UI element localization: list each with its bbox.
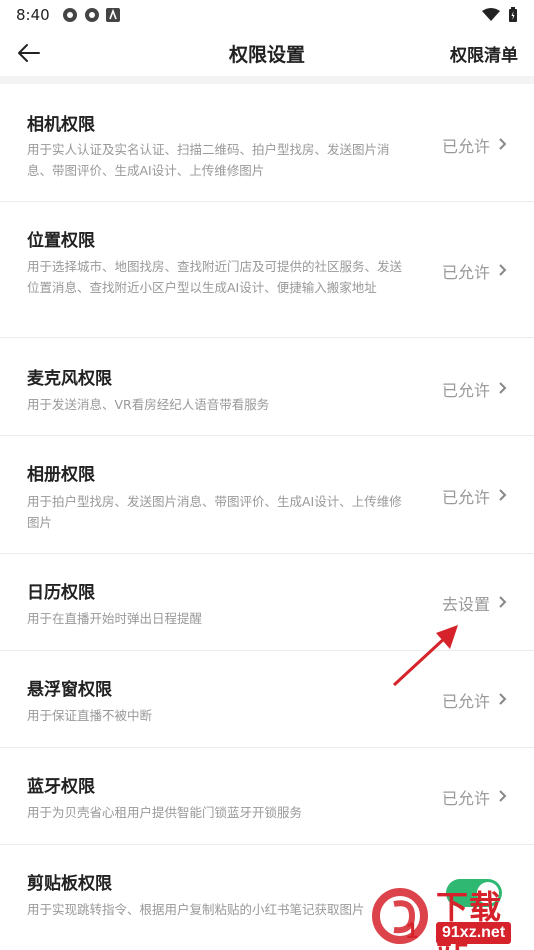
chevron-right-icon: [499, 264, 507, 276]
watermark-sub-text: 91xz.net: [436, 922, 512, 944]
permission-row-camera[interactable]: 相机权限 用于实人认证及实名认证、扫描二维码、拍户型找房、发送图片消息、带图评价…: [0, 84, 534, 202]
permission-desc: 用于在直播开始时弹出日程提醒: [27, 611, 203, 626]
permission-row-microphone[interactable]: 麦克风权限 用于发送消息、VR看房经纪人语音带看服务 已允许: [0, 338, 534, 436]
wifi-icon: [482, 8, 500, 21]
chevron-right-icon: [499, 790, 507, 802]
app-notification-icon: [84, 8, 99, 22]
permission-desc: 用于实现跳转指令、根据用户复制粘贴的小红书笔记获取图片: [27, 902, 365, 917]
chevron-right-icon: [499, 382, 507, 394]
permission-status: 已允许: [441, 692, 490, 711]
status-time: 8:40: [16, 6, 50, 24]
back-button[interactable]: [14, 38, 44, 68]
app-notification-icon: [62, 8, 77, 22]
battery-icon: [509, 7, 517, 22]
svg-text:1: 1: [406, 918, 418, 943]
chevron-right-icon: [499, 489, 507, 501]
a-badge-icon: [105, 8, 120, 22]
watermark-logo-icon: 1: [372, 888, 428, 944]
permission-row-album[interactable]: 相册权限 用于拍户型找房、发送图片消息、带图评价、生成AI设计、上传维修图片 已…: [0, 436, 534, 554]
permission-title: 位置权限: [27, 231, 95, 251]
chevron-right-icon: [499, 138, 507, 150]
permission-title: 日历权限: [27, 583, 95, 603]
permission-title: 蓝牙权限: [27, 777, 95, 797]
permission-row-bluetooth[interactable]: 蓝牙权限 用于为贝壳省心租用户提供智能门锁蓝牙开锁服务 已允许: [0, 748, 534, 845]
permission-row-location[interactable]: 位置权限 用于选择城市、地图找房、查找附近门店及可提供的社区服务、发送位置消息、…: [0, 202, 534, 338]
permission-status: 已允许: [441, 137, 490, 156]
permission-desc: 用于拍户型找房、发送图片消息、带图评价、生成AI设计、上传维修图片: [27, 494, 402, 530]
permission-list-link[interactable]: 权限清单: [450, 41, 518, 66]
permission-desc: 用于保证直播不被中断: [27, 708, 153, 723]
permission-status: 已允许: [441, 381, 490, 400]
nav-bar: 权限设置 权限清单: [0, 30, 534, 76]
permission-title: 悬浮窗权限: [27, 680, 112, 700]
watermark: 1 下载站 91xz.net: [372, 880, 534, 950]
permission-row-floating-window[interactable]: 悬浮窗权限 用于保证直播不被中断 已允许: [0, 651, 534, 748]
permission-title: 相机权限: [27, 115, 95, 135]
permission-status: 已允许: [441, 488, 490, 507]
permission-status: 已允许: [441, 263, 490, 282]
section-divider: [0, 76, 534, 84]
permission-desc: 用于发送消息、VR看房经纪人语音带看服务: [27, 397, 270, 412]
permission-status: 去设置: [441, 595, 490, 614]
arrow-left-icon: [18, 44, 40, 62]
permission-title: 剪贴板权限: [27, 874, 112, 894]
permission-desc: 用于实人认证及实名认证、扫描二维码、拍户型找房、发送图片消息、带图评价、生成AI…: [27, 142, 390, 178]
chevron-right-icon: [499, 596, 507, 608]
permission-title: 相册权限: [27, 465, 95, 485]
permission-status: 已允许: [441, 789, 490, 808]
permission-desc: 用于为贝壳省心租用户提供智能门锁蓝牙开锁服务: [27, 805, 303, 820]
permission-title: 麦克风权限: [27, 369, 112, 389]
permission-row-calendar[interactable]: 日历权限 用于在直播开始时弹出日程提醒 去设置: [0, 554, 534, 651]
status-bar: 8:40: [0, 0, 534, 30]
permission-desc: 用于选择城市、地图找房、查找附近门店及可提供的社区服务、发送位置消息、查找附近小…: [27, 259, 403, 295]
chevron-right-icon: [499, 693, 507, 705]
